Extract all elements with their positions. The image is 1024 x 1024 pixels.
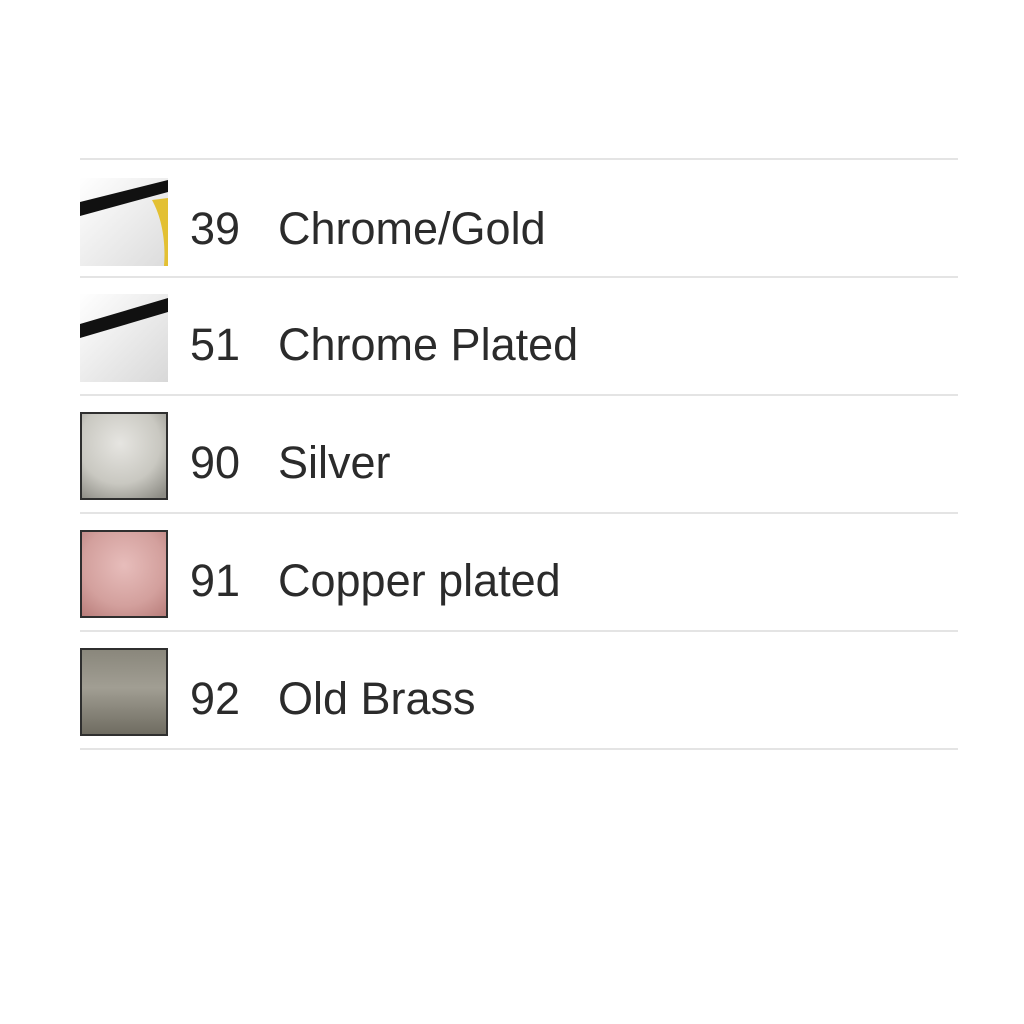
finish-row-silver: 90 Silver [80,396,958,512]
finish-row-old-brass: 92 Old Brass [80,632,958,748]
old-brass-swatch [80,648,168,736]
chrome-plated-swatch [80,294,168,382]
chrome-gold-swatch [80,178,168,266]
finish-code: 92 [190,673,241,724]
finish-name: Old Brass [278,673,476,724]
finish-name: Copper plated [278,555,561,606]
finish-row-chrome-gold: 39 Chrome/Gold [80,160,958,276]
copper-swatch [80,530,168,618]
row-divider [80,748,958,750]
finish-name: Chrome Plated [278,319,579,370]
finish-name: Chrome/Gold [278,203,546,254]
finish-code: 91 [190,555,241,606]
finish-code: 51 [190,319,241,370]
finish-list: 39 Chrome/Gold 51 Chrome Plated 90 Silve… [80,158,958,750]
silver-swatch [80,412,168,500]
finish-name: Silver [278,437,391,488]
finish-row-chrome-plated: 51 Chrome Plated [80,278,958,394]
finish-row-copper-plated: 91 Copper plated [80,514,958,630]
finish-code: 90 [190,437,241,488]
finish-code: 39 [190,203,241,254]
